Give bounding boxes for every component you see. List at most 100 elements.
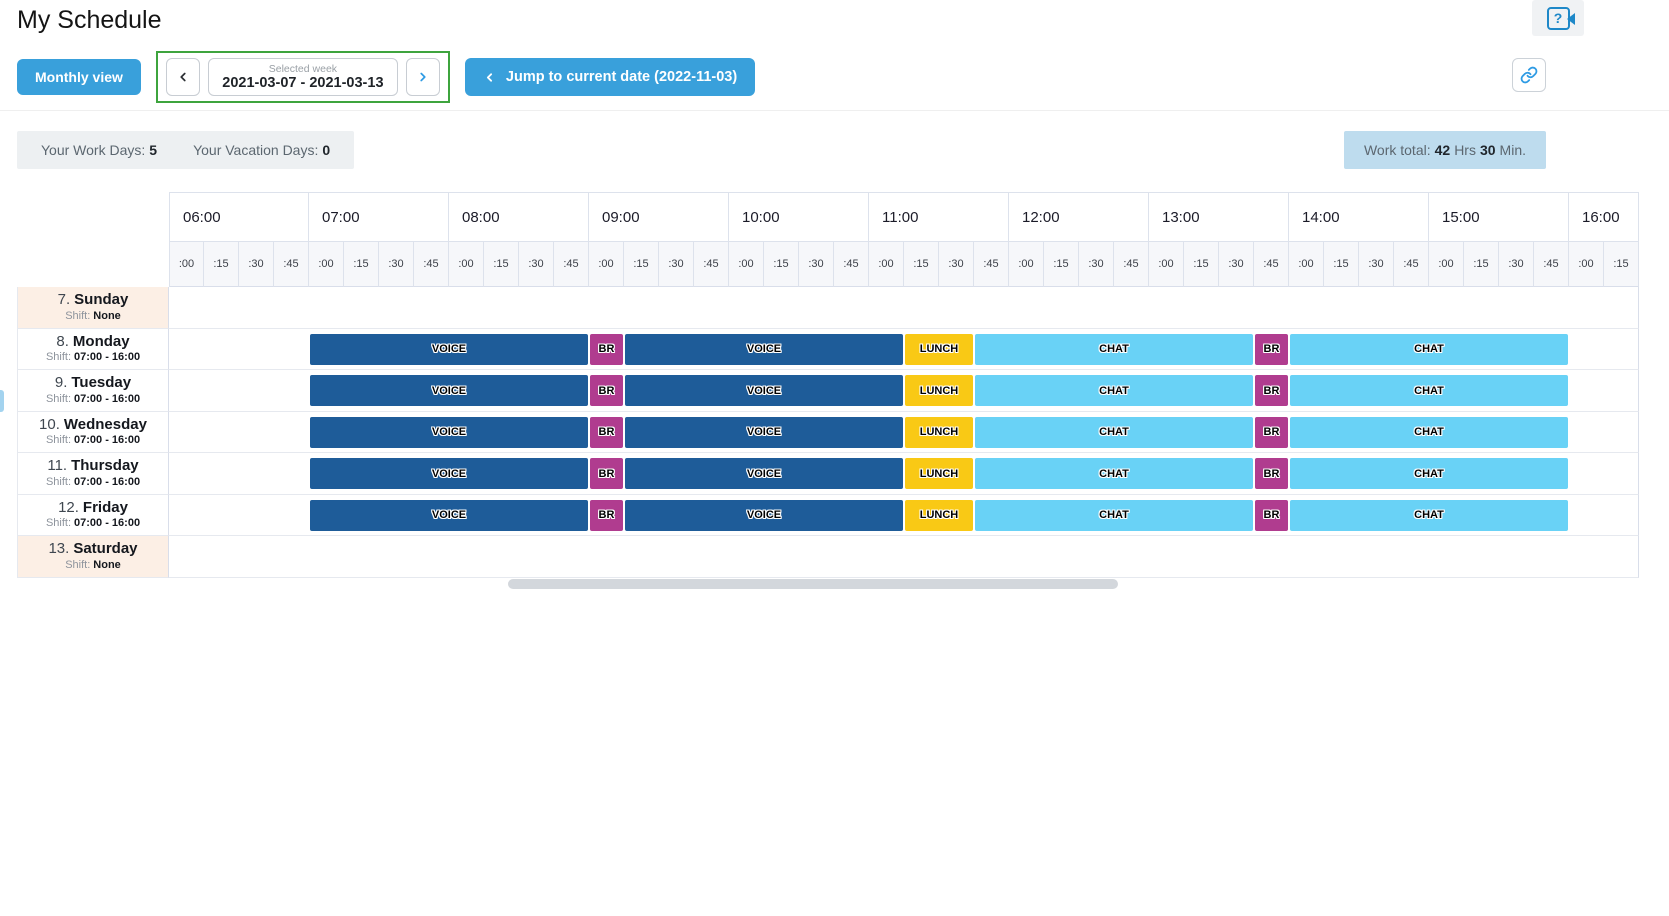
day-label-cell: 12.FridayShift:07:00 - 16:00: [17, 495, 169, 537]
shift-bar-voice: VOICE: [625, 458, 903, 489]
vacation-days-stat: Your Vacation Days:0: [193, 142, 330, 158]
minute-header-cell: :30: [1079, 242, 1114, 287]
shift-bar-br: BR: [1255, 417, 1288, 448]
minute-header-cell: :15: [904, 242, 939, 287]
previous-week-button[interactable]: [166, 58, 200, 96]
help-icon: ?: [1547, 7, 1570, 30]
shift-bar-lunch: LUNCH: [905, 500, 973, 531]
shift-bar-chat: CHAT: [975, 334, 1253, 365]
hour-header-cell: 10:00: [729, 192, 869, 242]
shift-bar-lunch: LUNCH: [905, 334, 973, 365]
work-days-value: 5: [149, 142, 157, 158]
chevron-left-icon: [483, 71, 496, 84]
help-button[interactable]: ?: [1532, 0, 1584, 36]
day-title: 8.Monday: [56, 333, 129, 352]
minute-header-cell: :00: [309, 242, 344, 287]
work-total-hours: 42: [1435, 142, 1451, 158]
day-timeline: VOICEBRVOICELUNCHCHATBRCHAT: [169, 453, 1639, 495]
next-week-button[interactable]: [406, 58, 440, 96]
chevron-left-icon: [176, 70, 190, 84]
work-total-badge: Work total: 42 Hrs 30 Min.: [1344, 131, 1546, 169]
day-shift-info: Shift:07:00 - 16:00: [46, 517, 140, 531]
shift-bar-voice: VOICE: [310, 417, 588, 448]
minute-header-cell: :15: [484, 242, 519, 287]
hour-header-row: 06:0007:0008:0009:0010:0011:0012:0013:00…: [17, 192, 1639, 242]
shift-bar-br: BR: [590, 375, 623, 406]
copy-link-button[interactable]: [1512, 58, 1546, 92]
hour-header-cell: 11:00: [869, 192, 1009, 242]
shift-bar-br: BR: [1255, 334, 1288, 365]
day-label-cell: 7.SundayShift:None: [17, 287, 169, 329]
day-shift-info: Shift:07:00 - 16:00: [46, 351, 140, 365]
minute-header-cell: :00: [729, 242, 764, 287]
day-timeline: VOICEBRVOICELUNCHCHATBRCHAT: [169, 412, 1639, 454]
work-days-stat: Your Work Days:5: [41, 142, 157, 158]
toolbar: Monthly view Selected week 2021-03-07 - …: [17, 53, 755, 101]
day-title: 12.Friday: [58, 499, 128, 518]
day-label-cell: 8.MondayShift:07:00 - 16:00: [17, 329, 169, 371]
minute-header-cell: :30: [379, 242, 414, 287]
minute-header-cell: :00: [1289, 242, 1324, 287]
chevron-right-icon: [416, 70, 430, 84]
hour-header-cell: 12:00: [1009, 192, 1149, 242]
day-shift-info: Shift:07:00 - 16:00: [46, 476, 140, 490]
minute-header-cell: :00: [1429, 242, 1464, 287]
minute-header-cell: :00: [1569, 242, 1604, 287]
shift-bar-chat: CHAT: [1290, 458, 1568, 489]
week-selector-group: Selected week 2021-03-07 - 2021-03-13: [156, 51, 450, 103]
shift-bar-voice: VOICE: [625, 334, 903, 365]
minute-header-cell: :00: [1009, 242, 1044, 287]
left-edge-scroll-indicator: [0, 390, 4, 412]
minute-header-cell: :00: [589, 242, 624, 287]
hour-header-cell: 15:00: [1429, 192, 1569, 242]
divider: [0, 110, 1669, 111]
minute-header-cell: :45: [1254, 242, 1289, 287]
minute-header-cell: :45: [1394, 242, 1429, 287]
shift-bar-voice: VOICE: [310, 375, 588, 406]
monthly-view-button[interactable]: Monthly view: [17, 59, 141, 95]
minute-header-cell: :15: [1184, 242, 1219, 287]
day-timeline: VOICEBRVOICELUNCHCHATBRCHAT: [169, 329, 1639, 371]
stats-bar: Your Work Days:5 Your Vacation Days:0: [17, 131, 354, 169]
hour-header-cell: 09:00: [589, 192, 729, 242]
minute-header-cell: :45: [274, 242, 309, 287]
minute-header-cell: :30: [519, 242, 554, 287]
minute-header-cell: :45: [1534, 242, 1569, 287]
schedule-row: 13.SaturdayShift:None: [17, 536, 1639, 578]
minute-header-cell: :00: [1149, 242, 1184, 287]
selected-week-value: 2021-03-07 - 2021-03-13: [222, 75, 383, 92]
schedule-row: 8.MondayShift:07:00 - 16:00VOICEBRVOICEL…: [17, 329, 1639, 371]
jump-to-current-date-button[interactable]: Jump to current date (2022-11-03): [465, 58, 755, 96]
day-title: 10.Wednesday: [39, 416, 147, 435]
minute-header-cell: :45: [414, 242, 449, 287]
day-title: 13.Saturday: [48, 540, 137, 559]
schedule-row: 12.FridayShift:07:00 - 16:00VOICEBRVOICE…: [17, 495, 1639, 537]
page-title: My Schedule: [17, 6, 162, 35]
selected-week-display[interactable]: Selected week 2021-03-07 - 2021-03-13: [208, 58, 398, 96]
hour-header-cell: 14:00: [1289, 192, 1429, 242]
minute-header-cell: :15: [1044, 242, 1079, 287]
minute-header-cell: :30: [799, 242, 834, 287]
day-label-cell: 10.WednesdayShift:07:00 - 16:00: [17, 412, 169, 454]
day-title: 7.Sunday: [58, 291, 129, 310]
grid-corner-spacer: [17, 242, 169, 287]
shift-bar-voice: VOICE: [625, 417, 903, 448]
help-icon-glyph: ?: [1554, 10, 1563, 26]
minute-header-cell: :15: [1324, 242, 1359, 287]
day-label-cell: 9.TuesdayShift:07:00 - 16:00: [17, 370, 169, 412]
hour-header-cell: 07:00: [309, 192, 449, 242]
horizontal-scrollbar[interactable]: [508, 579, 1118, 589]
day-timeline: VOICEBRVOICELUNCHCHATBRCHAT: [169, 370, 1639, 412]
minute-header-row: :00:15:30:45:00:15:30:45:00:15:30:45:00:…: [17, 242, 1639, 287]
minute-header-cell: :30: [1219, 242, 1254, 287]
schedule-row: 10.WednesdayShift:07:00 - 16:00 VOICE BR VO…: [17, 412, 1639, 454]
shift-bar-br: BR: [590, 500, 623, 531]
jump-button-label: Jump to current date (2022-11-03): [506, 69, 737, 85]
grid-corner-spacer: [17, 192, 169, 242]
day-shift-info: Shift:07:00 - 16:00: [46, 434, 140, 448]
minute-header-cell: :45: [834, 242, 869, 287]
shift-bar-chat: CHAT: [975, 458, 1253, 489]
minute-header-cell: :00: [869, 242, 904, 287]
shift-bar-chat: CHAT: [1290, 334, 1568, 365]
minute-header-cell: :15: [204, 242, 239, 287]
